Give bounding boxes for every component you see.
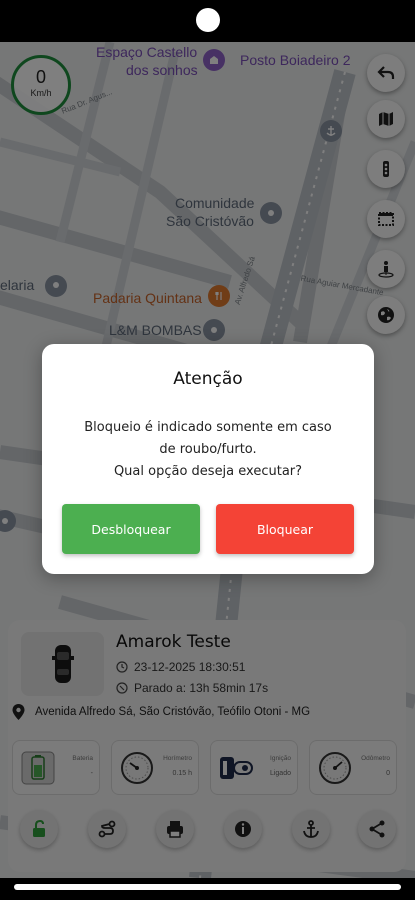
dialog-message-line-3: Qual opção deseja executar? xyxy=(113,464,303,479)
dialog-message-line-2: de roubo/furto. xyxy=(159,442,257,457)
unlock-button[interactable]: Desbloquear xyxy=(62,504,200,554)
dialog-message-line-1: Bloqueio é indicado somente em caso xyxy=(84,420,332,435)
app-screen: Espaço Castello dos sonhos Posto Boiadei… xyxy=(0,42,415,878)
dialog-message: Bloqueio é indicado somente em caso de r… xyxy=(42,417,374,483)
phone-status-area xyxy=(0,0,415,42)
front-camera xyxy=(196,8,220,32)
confirmation-dialog: Atenção Bloqueio é indicado somente em c… xyxy=(42,344,374,574)
dialog-title: Atenção xyxy=(173,369,243,389)
phone-bottom-bezel xyxy=(0,878,415,900)
lock-button[interactable]: Bloquear xyxy=(216,504,354,554)
home-indicator[interactable] xyxy=(14,884,401,890)
